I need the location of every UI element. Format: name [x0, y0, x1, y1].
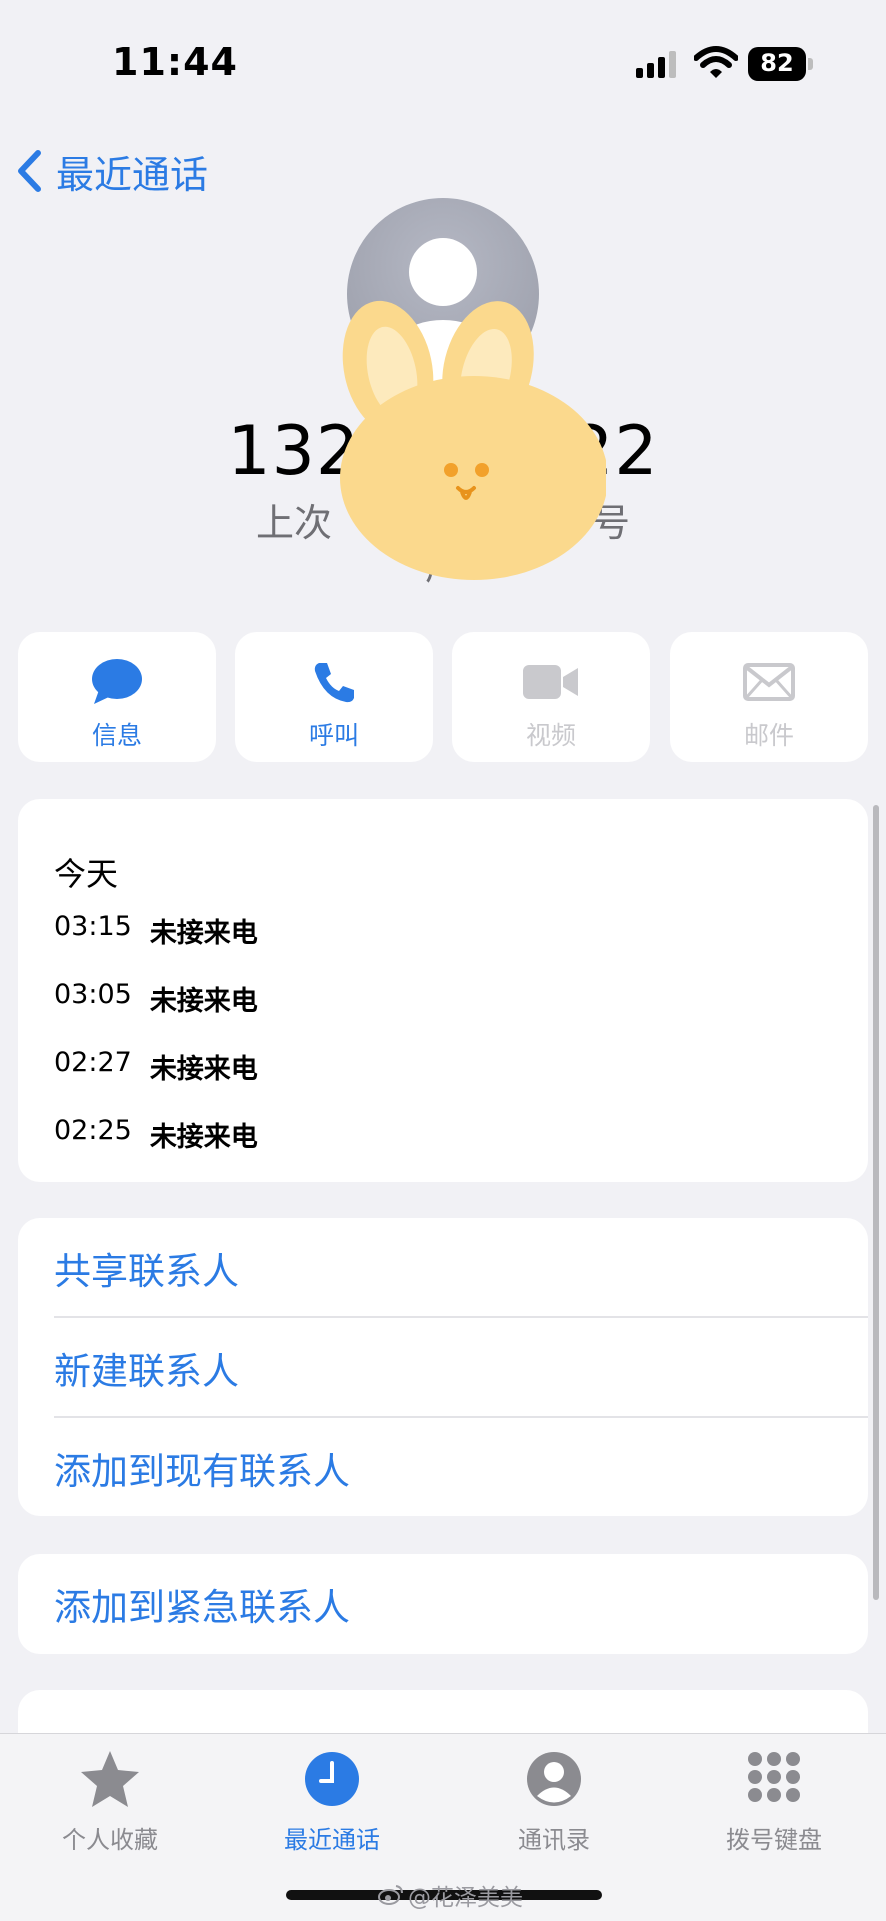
back-label: 最近通话 [56, 152, 209, 197]
call-history-card: 今天 03:15 未接来电 03:05 未接来电 02:27 未接来电 02:2… [18, 799, 868, 1182]
battery-cap [808, 58, 813, 70]
tab-label: 拨号键盘 [726, 1826, 822, 1854]
call-status: 未接来电 [149, 918, 258, 949]
call-time: 02:25 [54, 1115, 132, 1146]
video-button[interactable]: 视频 [452, 632, 650, 762]
chevron-left-icon [18, 150, 41, 192]
call-row: 02:25 未接来电 [54, 1115, 258, 1154]
add-to-existing-contact-button[interactable]: 添加到现有联系人 [54, 1418, 868, 1518]
watermark: @花泽美美 [378, 1878, 523, 1912]
contact-actions-card: 共享联系人 新建联系人 添加到现有联系人 [18, 1218, 868, 1516]
wifi-icon [694, 46, 738, 78]
cellular-signal-icon [636, 51, 676, 78]
call-status: 未接来电 [149, 1122, 258, 1153]
battery-level: 82 [760, 49, 794, 77]
mail-label: 邮件 [743, 721, 794, 750]
call-label: 呼叫 [308, 721, 359, 750]
call-row: 02:27 未接来电 [54, 1047, 258, 1086]
back-button[interactable]: 最近通话 [16, 145, 208, 197]
star-icon [81, 1751, 139, 1807]
video-label: 视频 [525, 721, 576, 750]
mail-button[interactable]: 邮件 [670, 632, 868, 762]
tab-contacts[interactable]: 通讯录 [464, 1746, 644, 1855]
call-time: 03:15 [54, 911, 132, 942]
call-status: 未接来电 [149, 986, 258, 1017]
message-button[interactable]: 信息 [18, 632, 216, 762]
message-bubble-icon [92, 659, 142, 704]
call-status: 未接来电 [149, 1054, 258, 1085]
call-time: 02:27 [54, 1047, 132, 1078]
tab-favorites[interactable]: 个人收藏 [20, 1746, 200, 1855]
status-time: 11:44 [112, 40, 238, 84]
call-time: 03:05 [54, 979, 132, 1010]
weibo-logo-icon [378, 1885, 403, 1905]
bunny-sticker [340, 300, 606, 580]
clock-icon [305, 1752, 359, 1806]
keypad-icon [748, 1752, 800, 1802]
call-button[interactable]: 呼叫 [235, 632, 433, 762]
message-label: 信息 [91, 721, 142, 750]
tab-label: 个人收藏 [62, 1826, 158, 1854]
tab-label: 最近通话 [284, 1826, 380, 1854]
call-date: 今天 [54, 855, 119, 893]
battery-indicator: 82 [748, 47, 806, 81]
emergency-card: 添加到紧急联系人 [18, 1554, 868, 1654]
create-contact-button[interactable]: 新建联系人 [54, 1318, 868, 1418]
phone-icon [314, 663, 354, 703]
watermark-text: @花泽美美 [408, 1885, 523, 1911]
tab-recents[interactable]: 最近通话 [242, 1746, 422, 1855]
tab-keypad[interactable]: 拨号键盘 [684, 1746, 864, 1855]
tab-label: 通讯录 [518, 1826, 590, 1854]
scrollbar[interactable] [873, 805, 879, 1600]
call-row: 03:15 未接来电 [54, 911, 258, 950]
share-contact-button[interactable]: 共享联系人 [54, 1218, 868, 1318]
person-circle-icon [527, 1752, 581, 1806]
call-row: 03:05 未接来电 [54, 979, 258, 1018]
video-icon [523, 665, 578, 699]
mail-icon [743, 663, 795, 701]
add-emergency-contact-button[interactable]: 添加到紧急联系人 [54, 1554, 868, 1654]
